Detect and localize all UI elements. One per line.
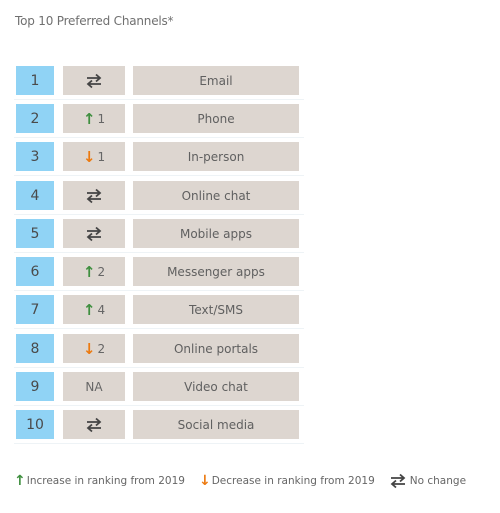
rank-cell: 3 <box>16 142 54 171</box>
row-divider <box>14 405 304 406</box>
row-divider <box>14 99 304 100</box>
rank-cell: 4 <box>16 181 54 210</box>
channel-cell: Online portals <box>133 334 299 363</box>
table-row: 3 ↓ 1 In-person <box>16 142 299 171</box>
channel-cell: Messenger apps <box>133 257 299 286</box>
rank-cell: 10 <box>16 410 54 439</box>
swap-arrows-icon <box>85 226 103 242</box>
table-row: 10 Social media <box>16 410 299 439</box>
arrow-up-icon: ↑ <box>82 300 96 319</box>
row-divider <box>14 137 304 138</box>
change-cell: ↑ 4 <box>63 295 125 324</box>
rank-cell: 8 <box>16 334 54 363</box>
legend-increase-label: Increase in ranking from 2019 <box>26 475 185 487</box>
channel-cell: Online chat <box>133 181 299 210</box>
legend-decrease-label: Decrease in ranking from 2019 <box>211 475 375 487</box>
arrow-down-icon: ↓ <box>82 339 96 358</box>
rank-cell: 7 <box>16 295 54 324</box>
legend-increase: ↑ Increase in ranking from 2019 <box>14 473 185 489</box>
page-title: Top 10 Preferred Channels* <box>15 14 174 28</box>
change-value: 4 <box>97 302 106 317</box>
row-divider <box>14 328 304 329</box>
rank-cell: 2 <box>16 104 54 133</box>
arrow-down-icon: ↓ <box>198 473 211 489</box>
change-cell: ↓ 2 <box>63 334 125 363</box>
row-divider <box>14 443 304 444</box>
channel-cell: Mobile apps <box>133 219 299 248</box>
table-row: 4 Online chat <box>16 181 299 210</box>
table-row: 9 NA Video chat <box>16 372 299 401</box>
arrow-up-icon: ↑ <box>82 109 96 128</box>
arrow-down-icon: ↓ <box>82 147 96 166</box>
rank-cell: 9 <box>16 372 54 401</box>
change-cell <box>63 66 125 95</box>
arrow-up-icon: ↑ <box>82 262 96 281</box>
change-value: 2 <box>97 341 106 356</box>
change-value: NA <box>85 379 103 394</box>
change-cell: ↑ 2 <box>63 257 125 286</box>
row-divider <box>14 367 304 368</box>
channel-cell: Phone <box>133 104 299 133</box>
row-divider <box>14 252 304 253</box>
row-divider <box>14 175 304 176</box>
change-cell: ↓ 1 <box>63 142 125 171</box>
change-value: 2 <box>97 264 106 279</box>
table-row: 5 Mobile apps <box>16 219 299 248</box>
table-row: 7 ↑ 4 Text/SMS <box>16 295 299 324</box>
change-cell <box>63 181 125 210</box>
channel-cell: Social media <box>133 410 299 439</box>
channel-cell: In-person <box>133 142 299 171</box>
change-value: 1 <box>97 149 106 164</box>
change-cell: ↑ 1 <box>63 104 125 133</box>
channel-cell: Email <box>133 66 299 95</box>
row-divider <box>14 290 304 291</box>
change-cell <box>63 219 125 248</box>
channel-cell: Text/SMS <box>133 295 299 324</box>
swap-arrows-icon <box>85 417 103 433</box>
change-cell: NA <box>63 372 125 401</box>
change-cell <box>63 410 125 439</box>
rank-cell: 1 <box>16 66 54 95</box>
table-row: 6 ↑ 2 Messenger apps <box>16 257 299 286</box>
table-row: 1 Email <box>16 66 299 95</box>
row-divider <box>14 214 304 215</box>
legend: ↑ Increase in ranking from 2019 ↓ Decrea… <box>14 473 480 489</box>
legend-no-change: No change <box>389 473 466 489</box>
channel-cell: Video chat <box>133 372 299 401</box>
change-value: 1 <box>97 111 106 126</box>
table-row: 8 ↓ 2 Online portals <box>16 334 299 363</box>
legend-no-change-label: No change <box>409 475 467 487</box>
table-row: 2 ↑ 1 Phone <box>16 104 299 133</box>
swap-arrows-icon <box>85 188 103 204</box>
legend-decrease: ↓ Decrease in ranking from 2019 <box>199 473 375 489</box>
rank-cell: 6 <box>16 257 54 286</box>
rank-cell: 5 <box>16 219 54 248</box>
swap-arrows-icon <box>85 73 103 89</box>
swap-arrows-icon <box>389 473 407 489</box>
arrow-up-icon: ↑ <box>14 473 26 489</box>
